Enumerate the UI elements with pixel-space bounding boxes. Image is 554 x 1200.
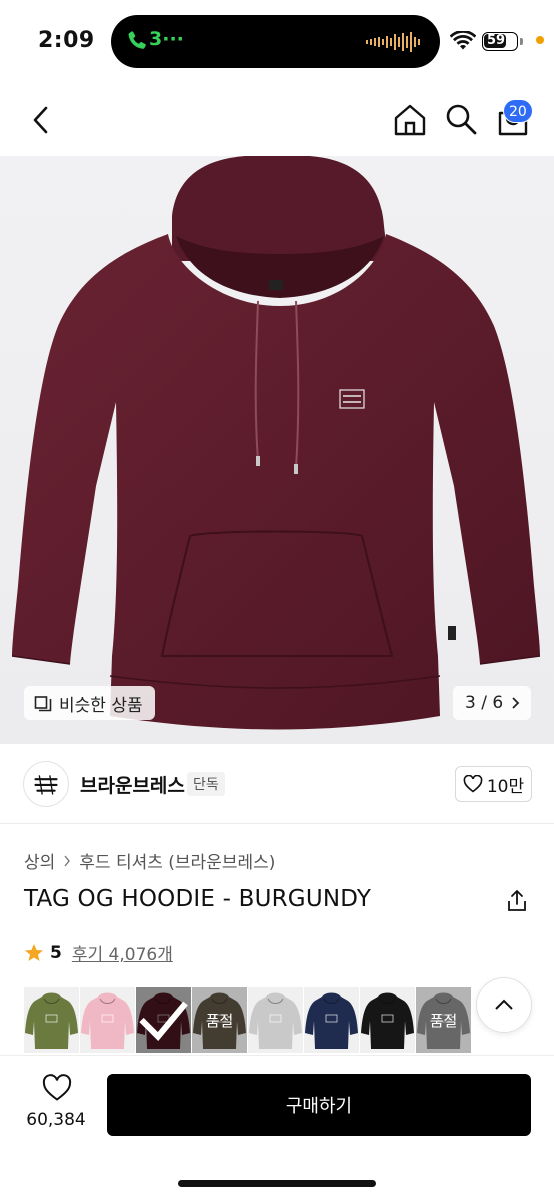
exclusive-badge: 단독 — [187, 772, 225, 796]
status-indicators: 59 — [448, 29, 548, 55]
similar-products-button[interactable]: 비슷한 상품 — [24, 686, 155, 720]
heart-icon — [42, 1074, 72, 1101]
brand-like-count: 10만 — [486, 776, 525, 797]
purchase-bar: 60,384 구매하기 — [0, 1055, 554, 1200]
brand-logo[interactable] — [23, 761, 69, 807]
rating-value: 5 — [50, 942, 62, 963]
status-time: 2:09 — [38, 28, 95, 53]
color-swatch[interactable] — [360, 987, 415, 1053]
hoodie-thumbnail — [361, 992, 414, 1049]
color-swatch[interactable] — [80, 987, 135, 1053]
cart-badge: 20 — [503, 99, 533, 123]
buy-button[interactable]: 구매하기 — [107, 1074, 531, 1136]
star-icon — [25, 943, 43, 961]
hoodie-image — [11, 156, 541, 730]
chevron-right-icon — [64, 855, 71, 866]
search-icon[interactable] — [444, 102, 478, 136]
call-duration: 3··· — [149, 28, 184, 50]
hoodie-thumbnail — [249, 992, 302, 1049]
home-icon[interactable] — [392, 102, 428, 138]
brand-name[interactable]: 브라운브레스 — [80, 771, 185, 798]
brand-like-button[interactable]: 10만 — [455, 766, 532, 802]
color-swatch[interactable]: 품절 — [416, 987, 471, 1053]
similar-icon — [34, 696, 52, 712]
brand-row: 브라운브레스 단독 10만 — [0, 744, 554, 824]
sold-out-overlay: 품절 — [192, 987, 247, 1053]
color-swatch[interactable] — [248, 987, 303, 1053]
product-image-carousel[interactable]: 비슷한 상품 3 / 6 — [0, 156, 554, 744]
hoodie-thumbnail — [305, 992, 358, 1049]
signal-icon — [536, 36, 544, 44]
phone-icon — [128, 31, 146, 49]
selected-check-overlay — [136, 987, 191, 1053]
sold-out-overlay: 품절 — [416, 987, 471, 1053]
breadcrumb-subcategory[interactable]: 후드 티셔츠 (브라운브레스) — [79, 848, 275, 873]
check-icon — [139, 1001, 188, 1041]
color-swatch[interactable]: 품절 — [192, 987, 247, 1053]
color-swatch[interactable] — [304, 987, 359, 1053]
color-swatch[interactable] — [24, 987, 79, 1053]
reviews-link[interactable]: 후기 4,076개 — [72, 940, 173, 965]
hoodie-thumbnail — [81, 992, 134, 1049]
battery-level: 59 — [486, 33, 506, 48]
top-navigation — [0, 90, 554, 150]
rating: 5 후기 4,076개 — [24, 940, 173, 965]
back-icon[interactable] — [22, 100, 62, 140]
product-title: TAG OG HOODIE - BURGUNDY — [24, 886, 372, 912]
color-swatch[interactable] — [136, 987, 191, 1053]
breadcrumb-category[interactable]: 상의 — [24, 848, 55, 873]
home-indicator — [178, 1180, 376, 1187]
breadcrumb: 상의 후드 티셔츠 (브라운브레스) — [24, 848, 275, 873]
audio-wave-icon — [366, 32, 420, 52]
heart-icon — [463, 775, 483, 793]
dynamic-island[interactable]: 3··· — [111, 15, 440, 68]
battery-icon: 59 — [482, 32, 518, 51]
hoodie-thumbnail — [25, 992, 78, 1049]
status-bar: 2:09 3··· 59 — [0, 0, 554, 84]
chevron-up-icon — [495, 999, 513, 1010]
scroll-top-button[interactable] — [476, 977, 532, 1033]
page-indicator-text: 3 / 6 — [465, 693, 504, 713]
chevron-right-icon — [512, 697, 520, 709]
image-page-indicator[interactable]: 3 / 6 — [453, 686, 532, 720]
wifi-icon — [450, 31, 476, 50]
similar-products-label: 비슷한 상품 — [59, 695, 143, 716]
wishlist-count: 60,384 — [26, 1110, 86, 1130]
wishlist-button[interactable]: 60,384 — [20, 1074, 92, 1138]
color-swatches: 품절 품절 — [24, 987, 474, 1053]
share-icon[interactable] — [504, 888, 530, 914]
